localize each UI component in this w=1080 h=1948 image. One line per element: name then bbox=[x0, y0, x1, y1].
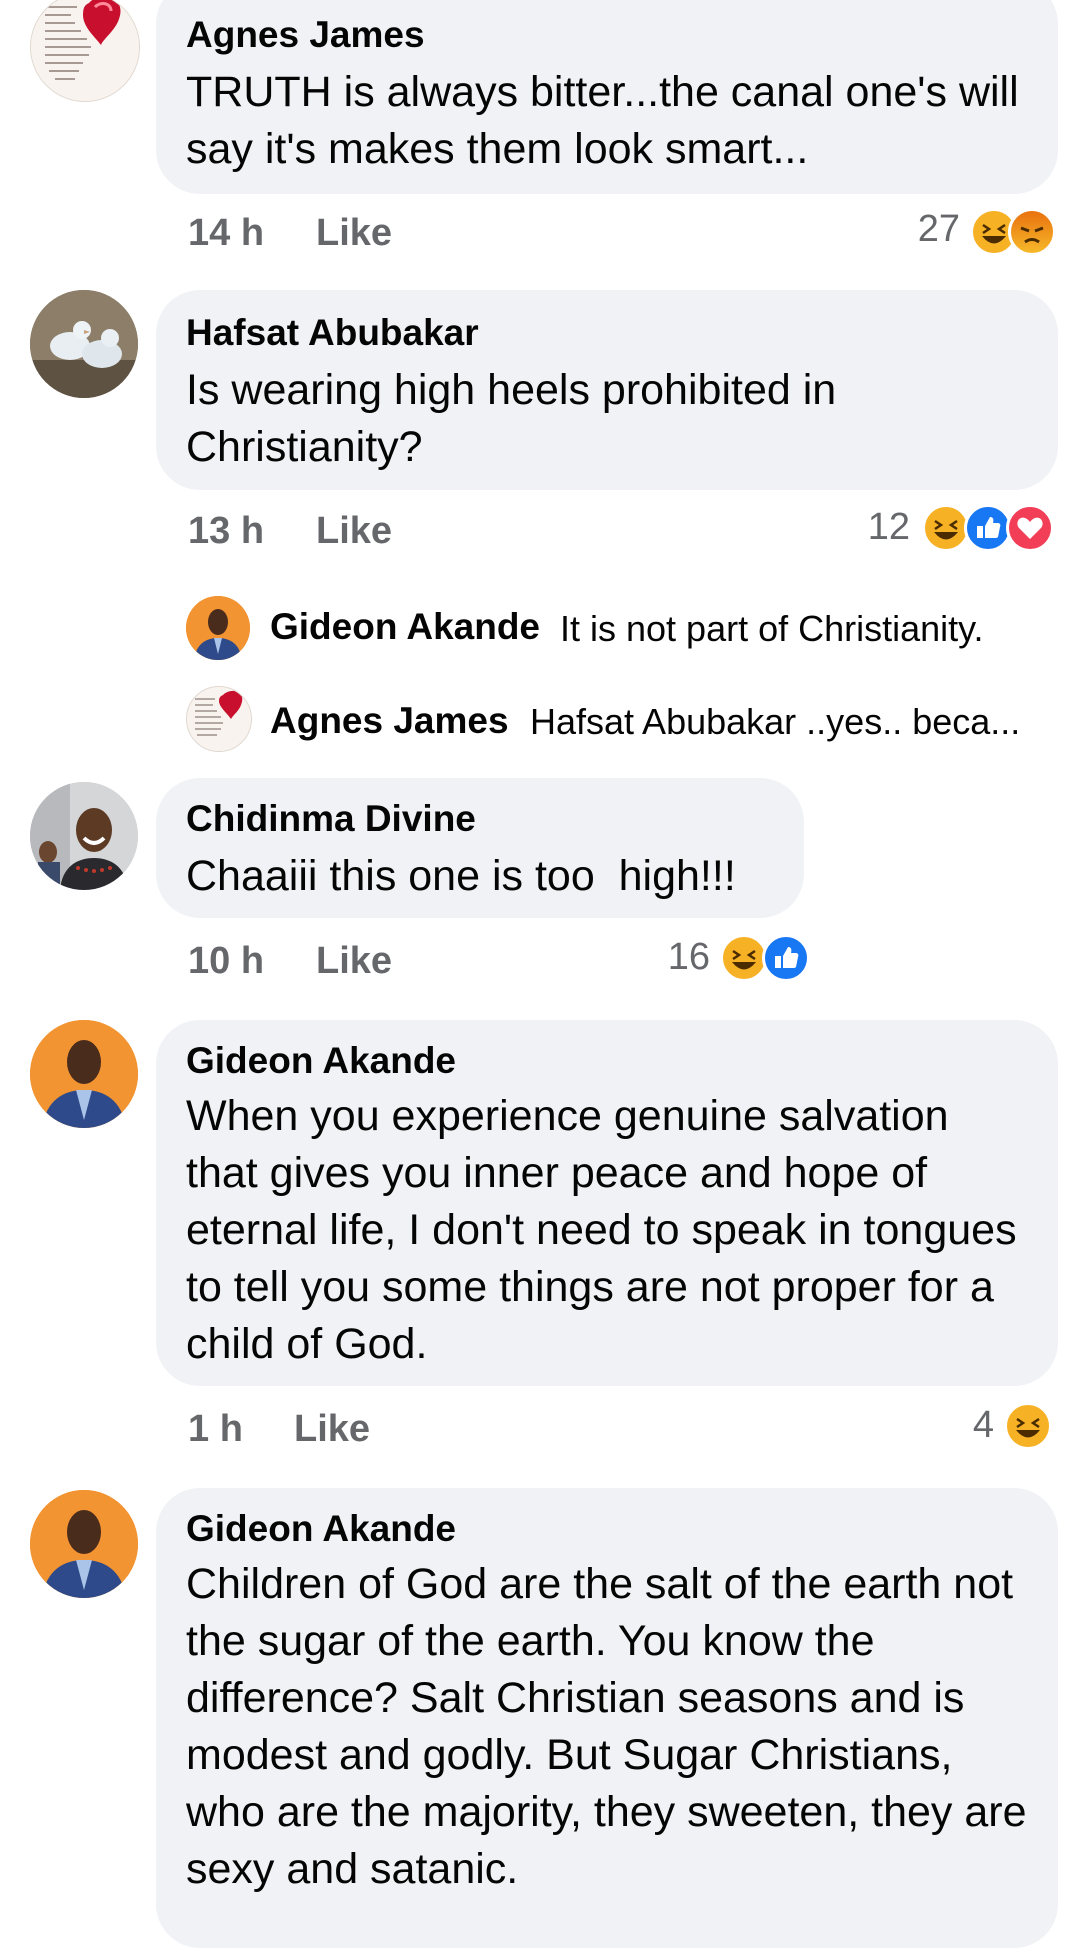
haha-reaction-icon bbox=[922, 504, 970, 552]
comment-author[interactable]: Gideon Akande bbox=[186, 1508, 456, 1550]
reaction-count[interactable]: 16 bbox=[630, 936, 710, 979]
like-button[interactable]: Like bbox=[294, 1408, 370, 1451]
comment-timestamp[interactable]: 1 h bbox=[188, 1408, 243, 1451]
avatar-agnes-james-reply[interactable] bbox=[186, 686, 252, 752]
like-button[interactable]: Like bbox=[316, 212, 392, 255]
comment-text: Children of God are the salt of the eart… bbox=[186, 1560, 1027, 1893]
love-reaction-icon bbox=[1006, 504, 1054, 552]
haha-reaction-icon bbox=[1004, 1402, 1052, 1450]
avatar-agnes-james[interactable] bbox=[30, 0, 140, 102]
like-button[interactable]: Like bbox=[316, 510, 392, 553]
avatar-hafsat-abubakar[interactable] bbox=[30, 290, 138, 398]
reply-author[interactable]: Gideon Akande bbox=[270, 606, 540, 648]
comment-author[interactable]: Hafsat Abubakar bbox=[186, 312, 479, 354]
comment-timestamp[interactable]: 13 h bbox=[188, 510, 264, 553]
haha-reaction-icon bbox=[720, 934, 768, 982]
avatar-gideon-akande[interactable] bbox=[30, 1020, 138, 1128]
reaction-count[interactable]: 12 bbox=[830, 506, 910, 549]
like-reaction-icon bbox=[964, 504, 1012, 552]
angry-reaction-icon bbox=[1008, 208, 1056, 256]
reply-text[interactable]: It is not part of Christianity. bbox=[560, 608, 984, 650]
comment-timestamp[interactable]: 14 h bbox=[188, 212, 264, 255]
avatar-gideon-akande[interactable] bbox=[30, 1490, 138, 1598]
comment-author[interactable]: Gideon Akande bbox=[186, 1040, 456, 1082]
comment-timestamp[interactable]: 10 h bbox=[188, 940, 264, 983]
comment-author[interactable]: Chidinma Divine bbox=[186, 798, 476, 840]
reaction-count[interactable]: 27 bbox=[880, 208, 960, 251]
comment-author[interactable]: Agnes James bbox=[186, 14, 425, 56]
reaction-count[interactable]: 4 bbox=[914, 1404, 994, 1447]
comment-text: Chaaiii this one is too high!!! bbox=[186, 852, 736, 900]
comment-text: Is wearing high heels prohibited in Chri… bbox=[186, 366, 837, 471]
reply-author[interactable]: Agnes James bbox=[270, 700, 509, 742]
like-button[interactable]: Like bbox=[316, 940, 392, 983]
reply-text[interactable]: Hafsat Abubakar ..yes.. beca... bbox=[530, 701, 1020, 743]
comment-text: TRUTH is always bitter...the canal one's… bbox=[186, 68, 1019, 173]
comment-text: When you experience genuine salvation th… bbox=[186, 1092, 1017, 1368]
avatar-chidinma-divine[interactable] bbox=[30, 782, 138, 890]
avatar-gideon-akande-reply[interactable] bbox=[186, 596, 250, 660]
like-reaction-icon bbox=[762, 934, 810, 982]
